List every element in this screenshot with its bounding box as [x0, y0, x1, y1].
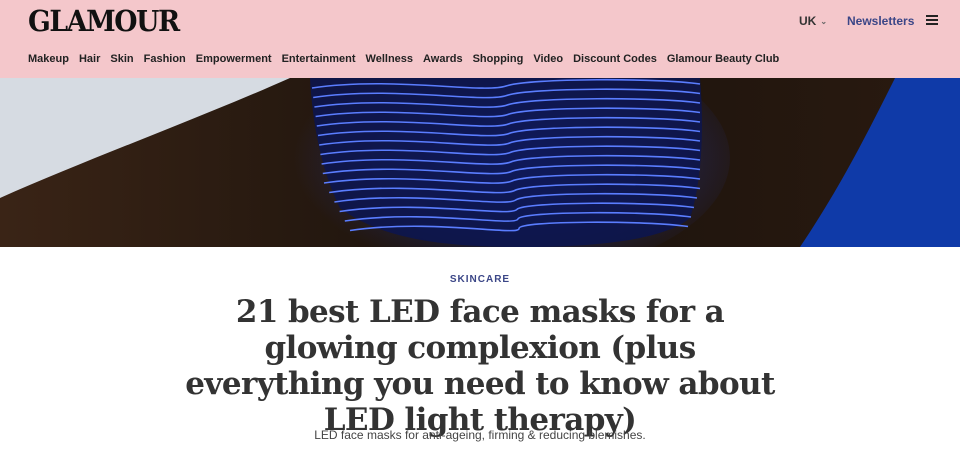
hamburger-menu-icon[interactable]	[926, 15, 938, 25]
article-dek: LED face masks for anti-ageing, firming …	[314, 428, 646, 442]
nav-item-empowerment[interactable]: Empowerment	[196, 53, 272, 67]
article-header: SKINCARE 21 best LED face masks for a gl…	[0, 247, 960, 464]
section-label[interactable]: SKINCARE	[0, 274, 960, 285]
nav-item-fashion[interactable]: Fashion	[144, 53, 186, 67]
region-label: UK	[799, 14, 817, 28]
newsletters-link[interactable]: Newsletters	[847, 14, 914, 28]
chevron-down-icon: ⌄	[820, 16, 828, 26]
region-selector[interactable]: UK ⌄	[799, 14, 827, 28]
nav-item-hair[interactable]: Hair	[79, 53, 100, 67]
nav-item-awards[interactable]: Awards	[423, 53, 463, 67]
nav-item-entertainment[interactable]: Entertainment	[282, 53, 356, 67]
nav-item-video[interactable]: Video	[533, 53, 563, 67]
site-header: GLAMOUR UK ⌄ Newsletters Makeup Hair Ski…	[0, 0, 960, 78]
nav-item-shopping[interactable]: Shopping	[473, 53, 524, 67]
hero-image	[0, 78, 960, 247]
nav-item-makeup[interactable]: Makeup	[28, 53, 69, 67]
nav-item-glamour-beauty-club[interactable]: Glamour Beauty Club	[667, 53, 779, 67]
main-nav: Makeup Hair Skin Fashion Empowerment Ent…	[28, 53, 789, 67]
article-headline: 21 best LED face masks for a glowing com…	[185, 294, 775, 438]
nav-item-wellness[interactable]: Wellness	[366, 53, 414, 67]
nav-item-discount-codes[interactable]: Discount Codes	[573, 53, 657, 67]
nav-item-skin[interactable]: Skin	[110, 53, 133, 67]
site-logo[interactable]: GLAMOUR	[28, 4, 180, 38]
